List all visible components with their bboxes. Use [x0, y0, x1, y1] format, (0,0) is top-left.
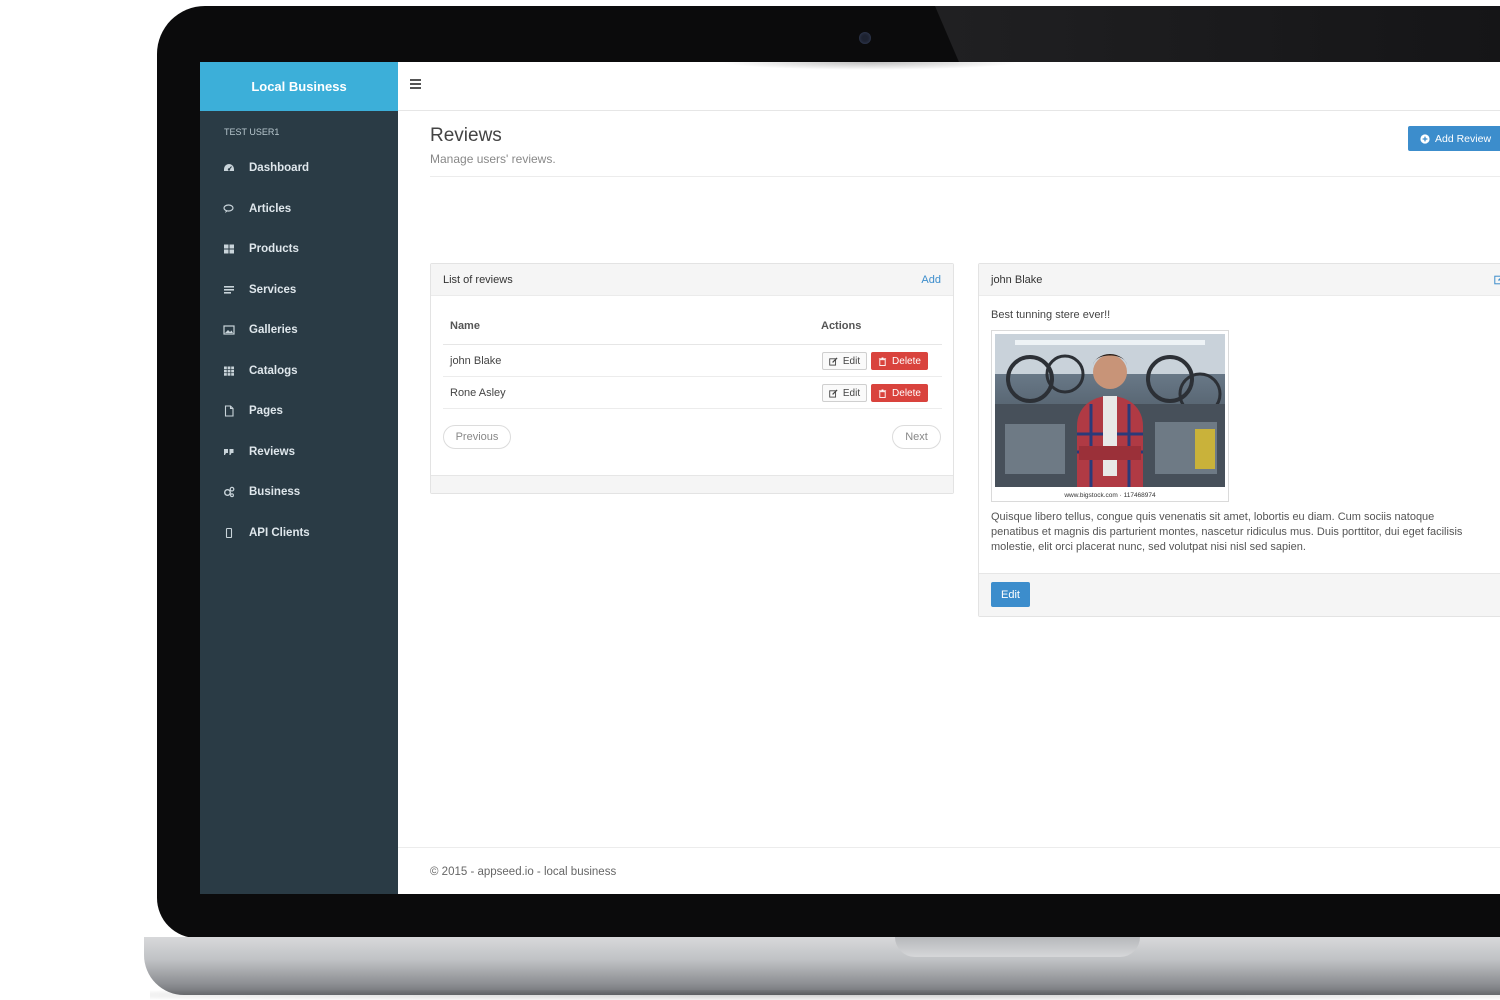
sidebar-item-services[interactable]: Services [200, 270, 398, 311]
page-subtitle: Manage users' reviews. [430, 152, 556, 166]
sidebar-item-label: Dashboard [249, 162, 310, 175]
grid-icon [223, 243, 249, 255]
delete-label: Delete [892, 387, 921, 399]
panel-footer [431, 475, 953, 493]
panel-title: List of reviews [443, 273, 513, 286]
mobile-icon [223, 527, 249, 539]
sidebar-item-dashboard[interactable]: Dashboard [200, 148, 398, 189]
sidebar-item-label: Pages [249, 405, 283, 418]
edit-icon [829, 356, 838, 366]
bezel-glare [935, 6, 1500, 64]
footer-copyright: © 2015 - appseed.io - local business [430, 866, 617, 878]
delete-label: Delete [892, 355, 921, 367]
review-name: Rone Asley [450, 387, 506, 399]
laptop-shadow [150, 990, 1500, 1000]
sidebar-item-products[interactable]: Products [200, 229, 398, 270]
review-author: john Blake [991, 273, 1043, 286]
menu-toggle-icon[interactable] [410, 79, 421, 91]
sidebar-item-reviews[interactable]: Reviews [200, 432, 398, 473]
delete-button[interactable]: Delete [871, 384, 928, 402]
photo-illustration [995, 334, 1225, 487]
gears-icon [223, 486, 249, 498]
sidebar-item-articles[interactable]: Articles [200, 189, 398, 230]
edit-icon[interactable] [1494, 274, 1500, 285]
image-caption: www.bigstock.com · 117468974 [1064, 492, 1156, 499]
panel-header: john Blake [979, 264, 1500, 296]
table-header: Name Actions [443, 296, 942, 345]
sidebar-item-label: Services [249, 283, 297, 296]
delete-button[interactable]: Delete [871, 352, 928, 370]
sidebar-item-label: Reviews [249, 445, 296, 458]
laptop-base [144, 937, 1500, 995]
column-header-actions: Actions [821, 320, 862, 332]
sidebar-item-label: API Clients [249, 526, 310, 539]
user-name: TEST USER1 [224, 127, 280, 137]
image-icon [223, 324, 249, 336]
top-shadow [720, 62, 1020, 70]
review-image: www.bigstock.com · 117468974 [991, 330, 1229, 502]
sidebar-item-pages[interactable]: Pages [200, 391, 398, 432]
quote-icon [223, 446, 249, 458]
sidebar: Local Business TEST USER1 Dashboard Arti… [200, 62, 398, 894]
previous-button[interactable]: Previous [443, 425, 511, 449]
edit-label: Edit [842, 387, 861, 399]
review-detail-panel: john Blake Best tunning stere ever!! www… [978, 263, 1500, 617]
panel-header: List of reviews Add [431, 264, 953, 296]
column-header-name: Name [450, 320, 480, 332]
sidebar-item-catalogs[interactable]: Catalogs [200, 351, 398, 392]
add-review-label: Add Review [1435, 132, 1492, 145]
trash-icon [878, 356, 887, 366]
edit-review-button[interactable]: Edit [991, 582, 1030, 607]
add-link[interactable]: Add [921, 274, 941, 286]
review-photo [995, 334, 1225, 487]
plus-circle-icon [1420, 133, 1430, 144]
sidebar-item-label: Catalogs [249, 364, 298, 377]
sidebar-item-label: Business [249, 486, 301, 499]
sidebar-item-galleries[interactable]: Galleries [200, 310, 398, 351]
review-name: john Blake [450, 355, 502, 367]
sidebar-item-label: Articles [249, 202, 292, 215]
camera-icon [859, 32, 871, 44]
laptop-screen: Local Business TEST USER1 Dashboard Arti… [200, 62, 1500, 894]
footer-divider [398, 847, 1500, 848]
edit-button[interactable]: Edit [822, 352, 867, 370]
file-icon [223, 405, 249, 417]
table-row[interactable]: Rone Asley Edit Delete [443, 377, 942, 409]
trash-icon [878, 388, 887, 398]
reviews-list-panel: List of reviews Add Name Actions john Bl… [430, 263, 954, 494]
brand-logo[interactable]: Local Business [200, 62, 398, 111]
laptop-base-notch [895, 937, 1140, 957]
add-review-button[interactable]: Add Review [1408, 126, 1500, 151]
sidebar-item-business[interactable]: Business [200, 472, 398, 513]
comments-icon [223, 203, 249, 215]
sidebar-item-api-clients[interactable]: API Clients [200, 513, 398, 554]
reviews-table: Name Actions john Blake Edit Delete Rone [443, 296, 942, 409]
panel-footer: Edit [979, 573, 1500, 616]
header-divider [430, 176, 1500, 177]
dashboard-icon [223, 162, 249, 174]
page-title: Reviews [430, 125, 502, 146]
table-row[interactable]: john Blake Edit Delete [443, 345, 942, 377]
main-content: Reviews Manage users' reviews. Add Revie… [398, 111, 1500, 894]
edit-icon [829, 388, 838, 398]
edit-button[interactable]: Edit [822, 384, 867, 402]
sidebar-item-label: Products [249, 243, 299, 256]
list-icon [223, 284, 249, 296]
next-button[interactable]: Next [892, 425, 941, 449]
review-body: Quisque libero tellus, congue quis venen… [991, 511, 1463, 553]
review-title: Best tunning stere ever!! [991, 309, 1111, 321]
edit-label: Edit [842, 355, 861, 367]
sidebar-item-label: Galleries [249, 324, 298, 337]
th-icon [223, 365, 249, 377]
